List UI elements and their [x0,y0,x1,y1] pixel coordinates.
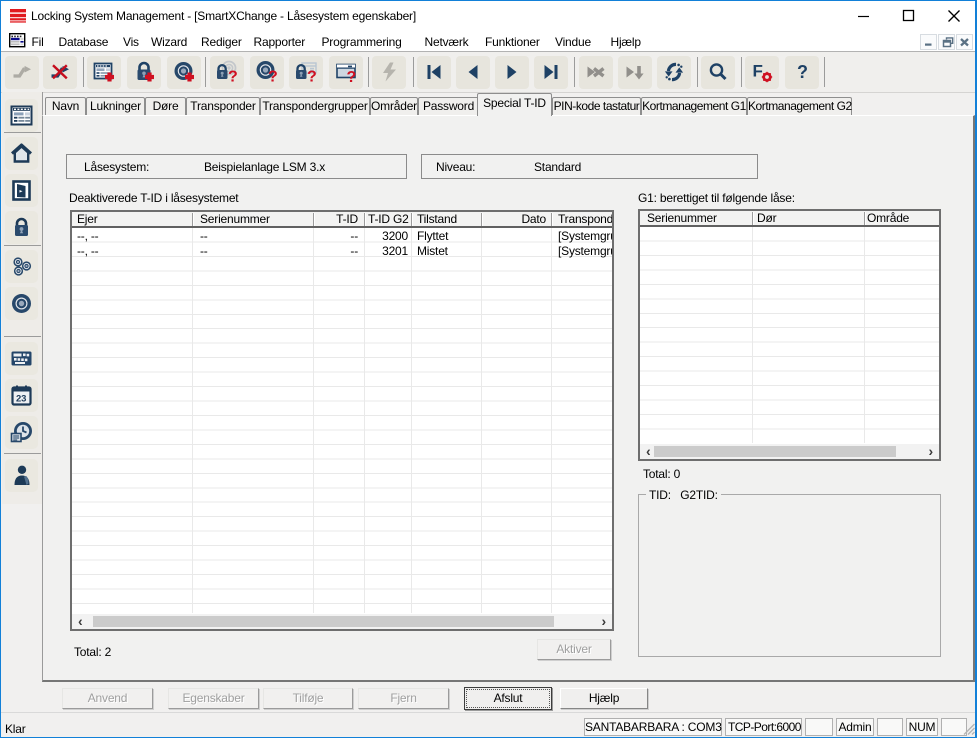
svg-text:?: ? [797,62,808,82]
svg-text:?: ? [307,69,317,85]
svg-text:23: 23 [16,394,26,405]
svg-text:?: ? [228,69,238,85]
svg-text:?: ? [268,69,278,85]
svg-text:?: ? [346,69,356,84]
svg-text:F: F [753,62,763,81]
